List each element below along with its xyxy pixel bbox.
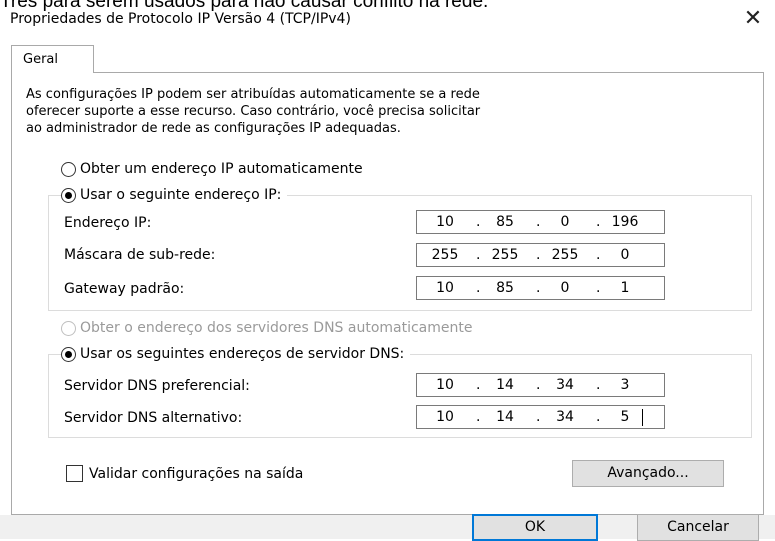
octet-separator: . [536, 280, 541, 296]
ip-address-input[interactable]: 10 . 85 . 0 . 196 [416, 210, 665, 234]
octet-separator: . [536, 377, 541, 393]
octet: 85 [496, 214, 514, 230]
dns-alternate-input[interactable]: 10 . 14 . 34 . 5 [416, 405, 665, 429]
intro-text: As configurações IP podem ser atribuídas… [26, 87, 481, 136]
close-icon[interactable]: ✕ [735, 6, 771, 32]
octet-separator: . [596, 409, 601, 425]
radio-icon[interactable] [61, 187, 76, 203]
dns-manual-option[interactable]: Usar os seguintes endereços de servidor … [61, 346, 411, 362]
octet-separator: . [476, 377, 481, 393]
tab-geral[interactable]: Geral [11, 45, 94, 73]
tab-label: Geral [23, 52, 58, 67]
radio-icon[interactable] [61, 346, 76, 362]
octet: 34 [556, 377, 574, 393]
ip-manual-label: Usar o seguinte endereço IP: [80, 187, 282, 203]
gateway-label: Gateway padrão: [64, 281, 185, 297]
octet: 10 [436, 280, 454, 296]
text-caret [642, 409, 643, 426]
gateway-input[interactable]: 10 . 85 . 0 . 1 [416, 276, 665, 300]
octet: 255 [491, 247, 519, 263]
octet: 14 [496, 377, 514, 393]
octet: 196 [611, 214, 639, 230]
octet-separator: . [476, 280, 481, 296]
octet: 10 [436, 409, 454, 425]
radio-icon[interactable] [61, 161, 76, 177]
octet: 0 [560, 280, 570, 296]
octet-separator: . [596, 214, 601, 230]
octet: 3 [620, 377, 630, 393]
octet: 14 [496, 409, 514, 425]
octet-separator: . [596, 377, 601, 393]
subnet-mask-label: Máscara de sub-rede: [64, 247, 216, 263]
dns-preferred-input[interactable]: 10 . 14 . 34 . 3 [416, 373, 665, 397]
ip-auto-option[interactable]: Obter um endereço IP automaticamente [61, 161, 369, 177]
cancel-button[interactable]: Cancelar [637, 514, 759, 541]
ip-address-label: Endereço IP: [64, 215, 152, 231]
octet-separator: . [476, 247, 481, 263]
validate-option[interactable]: Validar configurações na saída [66, 465, 303, 482]
octet-separator: . [536, 247, 541, 263]
octet: 10 [436, 214, 454, 230]
octet: 255 [551, 247, 579, 263]
ip-auto-label: Obter um endereço IP automaticamente [80, 161, 363, 177]
octet: 0 [560, 214, 570, 230]
checkbox-icon[interactable] [66, 465, 83, 482]
advanced-button[interactable]: Avançado... [572, 460, 724, 487]
subnet-mask-input[interactable]: 255 . 255 . 255 . 0 [416, 243, 665, 267]
octet: 34 [556, 409, 574, 425]
dns-alternate-label: Servidor DNS alternativo: [64, 410, 243, 426]
octet-separator: . [596, 280, 601, 296]
octet-separator: . [596, 247, 601, 263]
ok-button[interactable]: OK [472, 514, 598, 541]
validate-label: Validar configurações na saída [89, 465, 304, 482]
octet: 5 [620, 409, 630, 425]
octet-separator: . [536, 214, 541, 230]
octet-separator: . [476, 214, 481, 230]
octet-separator: . [476, 409, 481, 425]
octet: 255 [431, 247, 459, 263]
dns-auto-option: Obter o endereço dos servidores DNS auto… [61, 320, 479, 336]
octet: 10 [436, 377, 454, 393]
octet-separator: . [536, 409, 541, 425]
dns-manual-label: Usar os seguintes endereços de servidor … [80, 346, 405, 362]
dns-preferred-label: Servidor DNS preferencial: [64, 378, 250, 394]
ip-manual-option[interactable]: Usar o seguinte endereço IP: [61, 187, 288, 203]
octet: 1 [620, 280, 630, 296]
octet: 0 [620, 247, 630, 263]
radio-icon [61, 320, 76, 336]
octet: 85 [496, 280, 514, 296]
window-title: Propriedades de Protocolo IP Versão 4 (T… [10, 11, 351, 27]
dns-auto-label: Obter o endereço dos servidores DNS auto… [80, 320, 473, 336]
